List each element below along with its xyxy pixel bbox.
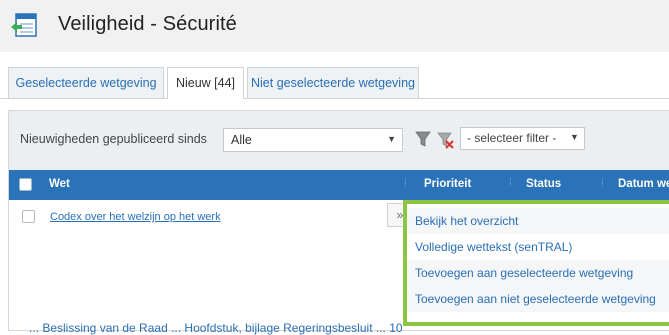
filter-select-value: - selecteer filter - <box>467 131 557 145</box>
page-title: Veiligheid - Sécurité <box>58 13 237 35</box>
table-header: Wet ⁞ Prioriteit ⁞ Status ⁞ Datum wet <box>9 170 669 200</box>
page-header: Veiligheid - Sécurité <box>0 0 669 52</box>
row-checkbox[interactable] <box>22 210 35 223</box>
chevron-down-icon: ▼ <box>570 132 579 142</box>
tab-nieuw[interactable]: Nieuw [44] <box>167 67 244 99</box>
partial-row-text[interactable]: ... Beslissing van de Raad ... Hoofdstuk… <box>29 321 403 335</box>
filter-icon[interactable] <box>415 130 431 148</box>
menu-item-toevoegen-geselecteerde[interactable]: Toevoegen aan geselecteerde wetgeving <box>407 260 669 286</box>
menu-item-bekijk-overzicht[interactable]: Bekijk het overzicht <box>407 208 669 234</box>
clear-filter-icon[interactable] <box>437 131 454 149</box>
column-header-status[interactable]: Status <box>526 178 561 190</box>
column-header-prioriteit[interactable]: Prioriteit <box>424 178 471 190</box>
filter-select[interactable]: - selecteer filter - ▼ <box>460 127 585 150</box>
menu-item-volledige-wettekst[interactable]: Volledige wettekst (senTRAL) <box>407 234 669 260</box>
list-back-icon[interactable] <box>10 12 38 38</box>
column-header-wet[interactable]: Wet <box>49 178 70 190</box>
published-since-label: Nieuwigheden gepubliceerd sinds <box>20 132 207 146</box>
column-resize-handle-icon[interactable]: ⁞ <box>509 178 512 189</box>
chevron-down-icon: ▼ <box>387 134 396 144</box>
row-context-menu: Bekijk het overzicht Volledige wettekst … <box>403 200 669 326</box>
select-all-checkbox[interactable] <box>19 178 32 191</box>
menu-item-toevoegen-niet-geselecteerde[interactable]: Toevoegen aan niet geselecteerde wetgevi… <box>407 286 669 312</box>
column-header-datum-wet[interactable]: Datum wet <box>618 178 669 190</box>
published-since-value: Alle <box>231 133 252 147</box>
column-resize-handle-icon[interactable]: ⁞ <box>601 178 604 189</box>
published-since-select[interactable]: Alle ▼ <box>223 128 403 152</box>
law-title-link[interactable]: Codex over het welzijn op het werk <box>50 211 221 223</box>
tab-niet-geselecteerde-wetgeving[interactable]: Niet geselecteerde wetgeving <box>247 67 419 98</box>
column-resize-handle-icon[interactable]: ⁞ <box>404 178 407 189</box>
tab-geselecteerde-wetgeving[interactable]: Geselecteerde wetgeving <box>8 67 164 98</box>
tab-bar: Geselecteerde wetgeving Nieuw [44] Niet … <box>0 64 669 99</box>
filter-bar: Nieuwigheden gepubliceerd sinds Alle ▼ -… <box>9 111 669 170</box>
